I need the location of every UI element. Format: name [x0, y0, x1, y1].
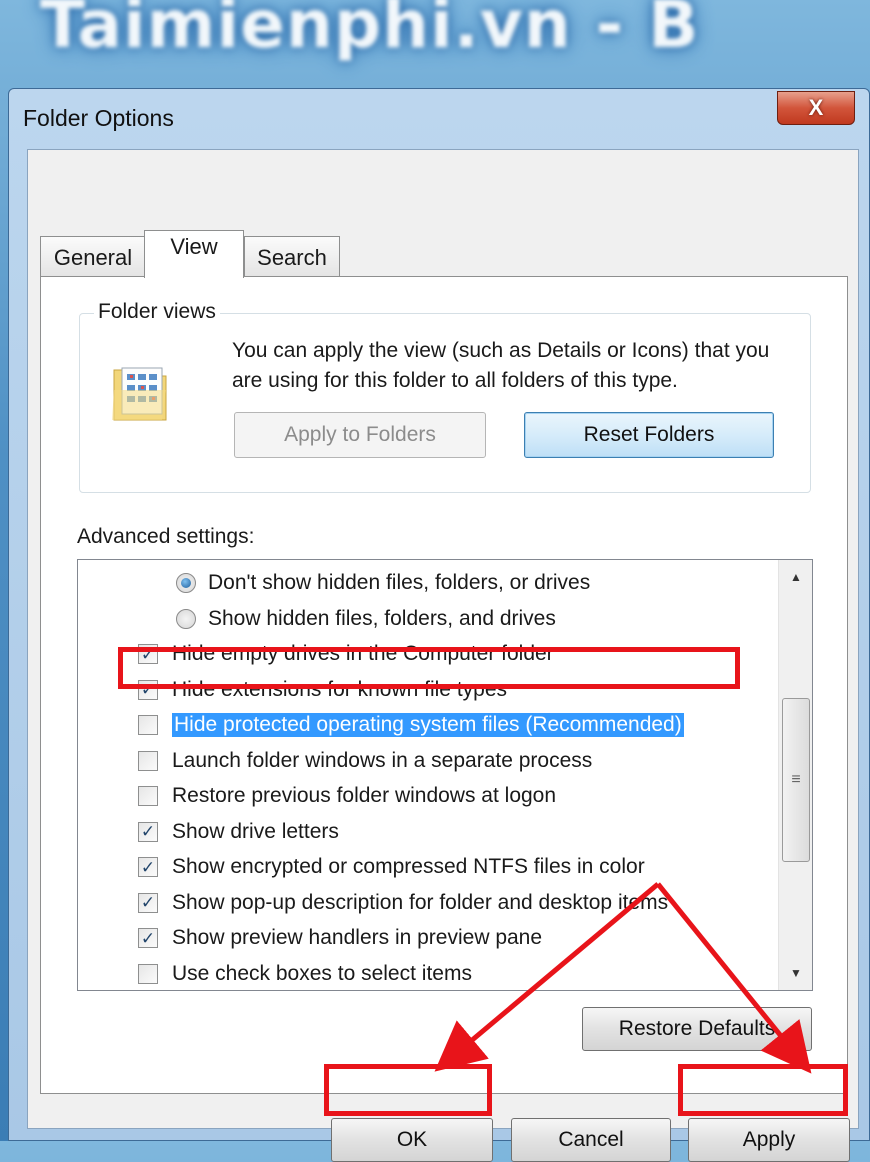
apply-to-folders-button[interactable]: Apply to Folders — [234, 412, 486, 458]
list-item-label: Don't show hidden files, folders, or dri… — [208, 571, 591, 594]
list-item-label: Show hidden files, folders, and drives — [208, 606, 556, 630]
title-bar[interactable]: Folder Options X — [9, 89, 869, 151]
grip-icon: ≡ — [791, 771, 801, 788]
list-item[interactable]: Hide protected operating system files (R… — [138, 708, 684, 742]
checkbox-checked-icon[interactable]: ✓ — [138, 928, 158, 948]
list-item-label: Show pop-up description for folder and d… — [172, 890, 669, 914]
checkbox-icon[interactable] — [138, 963, 158, 984]
list-item-label: Restore previous folder windows at logon — [172, 784, 557, 807]
tab-search[interactable]: Search — [244, 236, 340, 278]
checkbox-checked-icon[interactable]: ✓ — [138, 821, 158, 842]
folder-views-group: Folder views You can apply the view (suc… — [79, 300, 811, 493]
list-item-label: Show encrypted or compressed NTFS files … — [172, 855, 645, 878]
list-item[interactable]: Don't show hidden files, folders, or dri… — [176, 566, 590, 600]
list-item[interactable]: ✓ Show preview handlers in preview pane — [138, 921, 542, 955]
close-icon: X — [808, 95, 824, 120]
watermark-text: Taimienphi.vn - B — [40, 0, 700, 63]
ok-button[interactable]: OK — [331, 1118, 493, 1162]
checkbox-checked-icon[interactable]: ✓ — [138, 892, 158, 913]
radio-icon[interactable] — [176, 608, 196, 629]
list-item[interactable]: ✓ Show encrypted or compressed NTFS files… — [138, 850, 645, 884]
checkbox-checked-icon[interactable]: ✓ — [138, 644, 158, 664]
list-item[interactable]: ✓ Hide empty drives in the Computer folde… — [138, 637, 554, 671]
list-item[interactable]: Restore previous folder windows at logon — [138, 779, 556, 813]
folder-options-dialog: Folder Options X General View Search Fol… — [8, 88, 870, 1162]
list-item[interactable]: Use check boxes to select items — [138, 957, 472, 991]
restore-defaults-button[interactable]: Restore Defaults — [582, 1007, 812, 1051]
apply-button[interactable]: Apply — [688, 1118, 850, 1162]
folder-views-description: You can apply the view (such as Details … — [232, 339, 770, 392]
scroll-down-icon[interactable]: ▼ — [779, 958, 812, 988]
list-scrollbar[interactable]: ▲ ≡ ▼ — [778, 560, 812, 990]
tab-general[interactable]: General — [40, 236, 146, 278]
tab-general-label: General — [53, 244, 133, 270]
list-item-label: Hide empty drives in the Computer folder — [172, 642, 554, 665]
dialog-client: General View Search Folder views You can… — [27, 149, 859, 1162]
close-button[interactable]: X — [777, 91, 855, 125]
advanced-settings-list[interactable]: Don't show hidden files, folders, or dri… — [77, 559, 813, 991]
list-item[interactable]: ✓ Show pop-up description for folder and … — [138, 886, 668, 920]
dialog-title: Folder Options — [23, 105, 174, 131]
checkbox-icon[interactable] — [138, 750, 158, 771]
list-item-label: Show drive letters — [172, 819, 339, 843]
folder-views-legend: Folder views — [94, 300, 220, 324]
list-item-label: Launch folder windows in a separate proc… — [172, 748, 593, 772]
list-item[interactable]: ✓ Show drive letters — [138, 815, 339, 849]
list-item-label: Hide protected operating system files (R… — [172, 713, 684, 737]
reset-folders-button[interactable]: Reset Folders — [524, 412, 774, 458]
checkbox-checked-icon[interactable]: ✓ — [138, 679, 158, 700]
tab-view[interactable]: View — [144, 230, 244, 278]
tab-search-label: Search — [257, 244, 327, 270]
list-item[interactable]: ✓ Hide extensions for known file types — [138, 673, 507, 707]
checkbox-checked-icon[interactable]: ✓ — [138, 857, 158, 877]
view-tab-page: Folder views You can apply the view (suc… — [40, 276, 848, 1094]
radio-selected-icon[interactable] — [176, 573, 196, 593]
list-item-label: Use check boxes to select items — [172, 961, 472, 985]
advanced-settings-label: Advanced settings: — [77, 525, 255, 548]
checkbox-icon[interactable] — [138, 715, 158, 735]
list-item-label: Show preview handlers in preview pane — [172, 926, 543, 949]
checkbox-icon[interactable] — [138, 786, 158, 806]
tab-view-label: View — [170, 233, 218, 259]
scroll-thumb[interactable]: ≡ — [782, 698, 810, 862]
scroll-up-icon[interactable]: ▲ — [779, 562, 812, 592]
folder-view-icon — [112, 367, 167, 421]
cancel-button[interactable]: Cancel — [511, 1118, 671, 1162]
list-item[interactable]: Launch folder windows in a separate proc… — [138, 744, 592, 778]
list-item-label: Hide extensions for known file types — [172, 677, 508, 701]
list-item[interactable]: Show hidden files, folders, and drives — [176, 602, 556, 636]
